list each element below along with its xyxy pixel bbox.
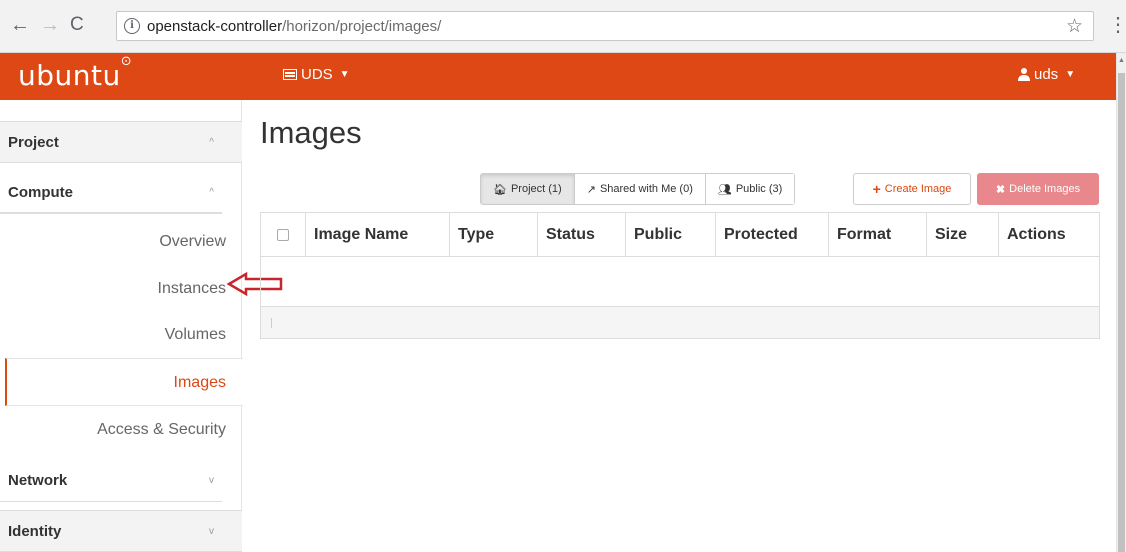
table-footer — [261, 307, 1099, 338]
filter-public-button[interactable]: 👥︎ Public (3) — [704, 174, 795, 204]
chevron-up-icon: ^ — [209, 136, 214, 148]
reload-icon[interactable]: C — [70, 14, 84, 36]
delete-images-label: Delete Images — [1009, 183, 1081, 195]
browser-menu-icon[interactable]: ⋮ — [1108, 14, 1126, 36]
user-menu-label: uds — [1034, 66, 1059, 83]
column-header-format[interactable]: Format — [828, 212, 926, 257]
column-header-protected[interactable]: Protected — [715, 212, 828, 257]
url-text[interactable]: openstack-controller/horizon/project/ima… — [147, 18, 441, 35]
sidebar-item-overview[interactable]: Overview — [0, 233, 226, 251]
chevron-up-icon: ^ — [209, 186, 214, 198]
column-header-type[interactable]: Type — [449, 212, 537, 257]
info-icon[interactable]: i — [124, 18, 140, 34]
sidebar-section-compute[interactable]: Compute ^ — [0, 172, 222, 214]
back-arrow-icon[interactable]: ← — [10, 14, 30, 36]
select-all-checkbox[interactable] — [277, 228, 289, 241]
sidebar-section-label: Project — [8, 133, 59, 151]
filter-project-button[interactable]: 🏠︎ Project (1) — [481, 174, 574, 204]
caret-down-icon: ▼ — [339, 69, 350, 80]
images-table: Image Name Type Status Public Protected … — [260, 212, 1100, 339]
user-menu[interactable]: uds ▼ — [1018, 66, 1075, 83]
select-all-cell — [261, 213, 305, 257]
sidebar-item-images[interactable]: Images — [5, 358, 243, 406]
create-image-label: Create Image — [884, 183, 952, 195]
users-icon: 👥︎ — [717, 183, 732, 196]
close-icon: ✖ — [995, 183, 1006, 196]
top-navbar: ubuntu⊙ UDS ▼ uds ▼ — [0, 53, 1116, 100]
sidebar-section-project[interactable]: Project ^ — [0, 121, 242, 163]
column-header-public[interactable]: Public — [625, 212, 715, 257]
filter-label: Public (3) — [735, 183, 783, 195]
page-title: Images — [260, 115, 362, 150]
address-bar[interactable]: i openstack-controller/horizon/project/i… — [116, 11, 1094, 41]
url-host: openstack-controller — [147, 18, 283, 35]
ubuntu-circle-icon: ⊙ — [120, 53, 133, 69]
scrollbar-thumb[interactable] — [1118, 73, 1125, 552]
sidebar-item-instances[interactable]: Instances — [0, 280, 226, 298]
forward-arrow-icon[interactable]: → — [40, 14, 60, 36]
page-scrollbar[interactable]: ▲ — [1116, 53, 1126, 552]
create-image-button[interactable]: + Create Image — [853, 173, 971, 205]
chevron-down-icon: v — [209, 475, 214, 486]
column-header-status[interactable]: Status — [537, 212, 625, 257]
table-row — [261, 257, 1099, 307]
column-header-size[interactable]: Size — [926, 212, 998, 257]
sidebar-item-volumes[interactable]: Volumes — [0, 326, 226, 344]
filter-shared-button[interactable]: ↗ Shared with Me (0) — [573, 174, 705, 204]
sidebar-section-identity[interactable]: Identity v — [0, 510, 242, 552]
user-icon — [1018, 68, 1030, 81]
chevron-down-icon: v — [209, 525, 214, 537]
sidebar: Project ^ Compute ^ Overview Instances V… — [0, 100, 243, 552]
table-header-row: Image Name Type Status Public Protected … — [261, 212, 1099, 257]
image-filter-group: 🏠︎ Project (1) ↗ Shared with Me (0) 👥︎ P… — [480, 173, 796, 205]
sidebar-section-label: Compute — [8, 183, 73, 201]
plus-icon: + — [872, 181, 881, 197]
column-header-image-name[interactable]: Image Name — [305, 212, 449, 257]
sidebar-item-label: Images — [173, 374, 226, 391]
project-picker[interactable]: UDS ▼ — [283, 66, 350, 83]
filter-label: Project (1) — [510, 183, 562, 195]
ubuntu-logo[interactable]: ubuntu⊙ — [18, 54, 132, 92]
sidebar-section-label: Identity — [8, 522, 62, 540]
share-icon: ↗ — [586, 183, 596, 196]
column-header-actions: Actions — [998, 212, 1099, 257]
scroll-up-arrow-icon[interactable]: ▲ — [1118, 57, 1125, 64]
logo-text: ubuntu — [18, 59, 121, 92]
browser-toolbar: ← → C i openstack-controller/horizon/pro… — [0, 0, 1126, 53]
sidebar-section-network[interactable]: Network v — [0, 460, 222, 502]
project-picker-label: UDS — [301, 66, 333, 83]
sidebar-item-access-security[interactable]: Access & Security — [0, 421, 226, 439]
delete-images-button[interactable]: ✖ Delete Images — [977, 173, 1099, 205]
home-icon: 🏠︎ — [493, 183, 507, 196]
bookmark-star-icon[interactable]: ☆ — [1066, 15, 1083, 38]
sidebar-section-label: Network — [8, 472, 68, 489]
url-path: /horizon/project/images/ — [282, 18, 442, 35]
list-icon — [283, 69, 297, 80]
caret-down-icon: ▼ — [1065, 69, 1076, 80]
filter-label: Shared with Me (0) — [599, 183, 693, 195]
footer-divider — [271, 318, 272, 328]
